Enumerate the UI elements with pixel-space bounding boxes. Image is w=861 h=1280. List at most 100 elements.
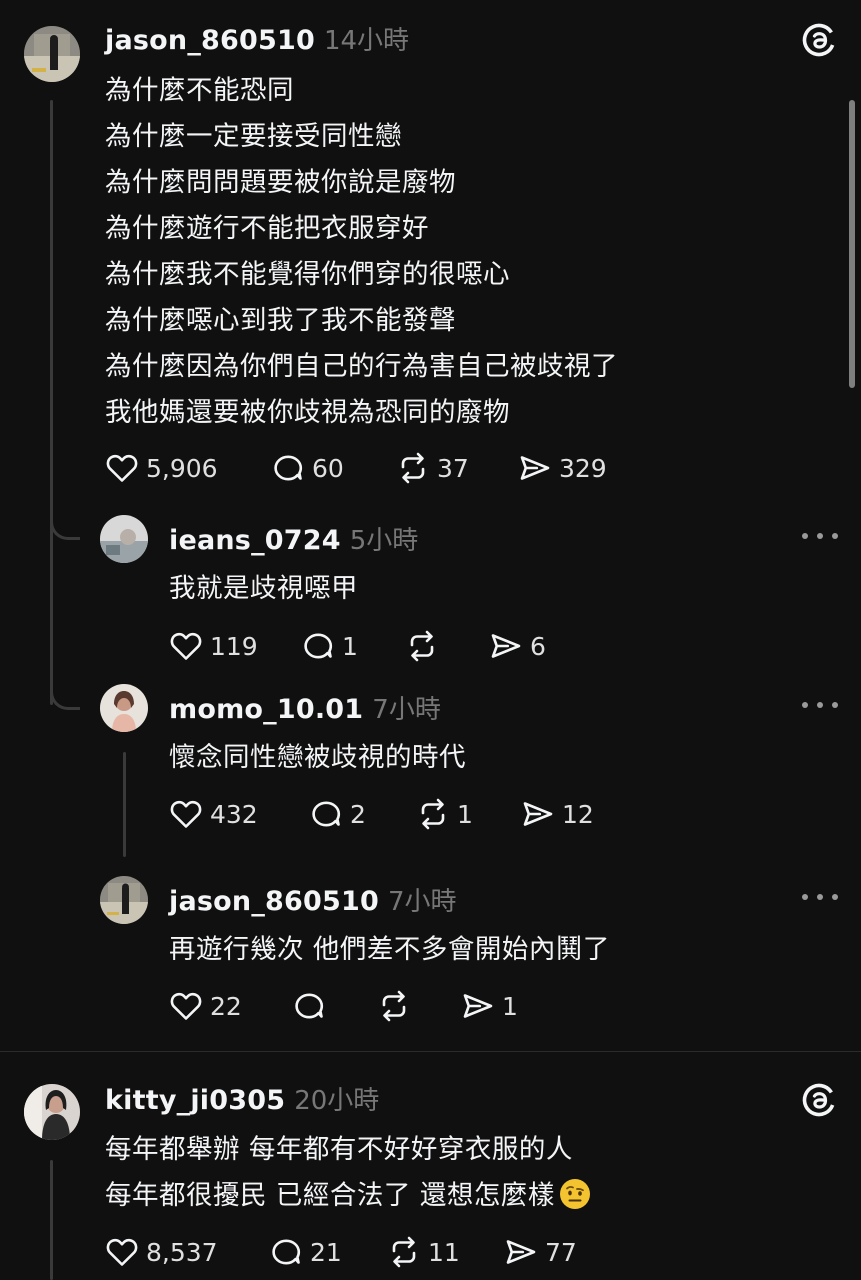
share-count: 1 <box>502 991 518 1021</box>
more-horizontal-icon[interactable] <box>802 695 838 715</box>
comment-count: 21 <box>310 1237 342 1267</box>
share-button[interactable]: 6 <box>488 626 546 666</box>
timestamp: 7小時 <box>387 887 457 917</box>
post-text-line: 我他媽還要被你歧視為恐同的廢物 <box>105 397 510 428</box>
timestamp: 14小時 <box>323 26 410 56</box>
reply-text: 我就是歧視噁甲 <box>169 573 358 604</box>
scrollbar[interactable] <box>849 100 855 388</box>
reply-connector <box>50 660 80 710</box>
post-text-line: 每年都很擾民 已經合法了 還想怎麼樣 <box>105 1173 591 1212</box>
post-text-line: 為什麼噁心到我了我不能發聲 <box>105 305 456 336</box>
reply-text: 再遊行幾次 他們差不多會開始內鬨了 <box>169 934 610 965</box>
repost-count: 37 <box>437 453 469 483</box>
repost-button[interactable]: 11 <box>386 1232 460 1272</box>
username[interactable]: ieans_0724 <box>169 525 341 556</box>
avatar[interactable] <box>100 684 148 732</box>
comment-bubble-icon <box>272 1239 301 1265</box>
username[interactable]: kitty_ji0305 <box>105 1085 285 1116</box>
post-text-line: 為什麼不能恐同 <box>105 75 294 106</box>
share-button[interactable]: 329 <box>517 448 607 488</box>
comment-count: 1 <box>342 631 358 661</box>
repost-button[interactable] <box>376 986 418 1026</box>
repost-button[interactable] <box>404 626 446 666</box>
avatar[interactable] <box>24 26 80 82</box>
comment-bubble-icon <box>312 801 341 827</box>
heart-icon <box>106 1238 138 1266</box>
repost-icon <box>382 990 406 1022</box>
like-button[interactable]: 5,906 <box>104 448 218 488</box>
username[interactable]: jason_860510 <box>169 886 379 917</box>
send-icon <box>463 994 493 1018</box>
repost-count: 1 <box>457 799 473 829</box>
timestamp: 7小時 <box>372 695 441 725</box>
comment-button[interactable] <box>291 986 333 1026</box>
comment-bubble-icon <box>295 993 324 1019</box>
post-text-line: 每年都舉辦 每年都有不好好穿衣服的人 <box>105 1134 573 1165</box>
like-count: 22 <box>210 991 242 1021</box>
timestamp: 5小時 <box>349 526 419 556</box>
like-count: 432 <box>210 799 258 829</box>
like-count: 119 <box>210 631 258 661</box>
repost-icon <box>401 452 425 484</box>
post-text-line: 為什麼因為你們自己的行為害自己被歧視了 <box>105 351 618 382</box>
post-header: jason_860510 14小時 <box>105 20 409 57</box>
repost-icon <box>410 630 434 662</box>
comment-button[interactable]: 2 <box>308 794 366 834</box>
threads-logo-icon[interactable] <box>801 1082 837 1118</box>
post-text: 每年都很擾民 已經合法了 還想怎麼樣 <box>105 1180 555 1211</box>
share-count: 12 <box>562 799 594 829</box>
heart-icon <box>170 992 202 1020</box>
heart-icon <box>170 632 202 660</box>
share-count: 6 <box>530 631 546 661</box>
username[interactable]: momo_10.01 <box>169 694 363 725</box>
username[interactable]: jason_860510 <box>105 25 315 56</box>
raised-eyebrow-emoji <box>559 1179 590 1209</box>
send-icon <box>491 634 521 658</box>
repost-button[interactable]: 37 <box>395 448 469 488</box>
post-text-line: 為什麼我不能覺得你們穿的很噁心 <box>105 259 510 290</box>
share-count: 77 <box>545 1237 577 1267</box>
like-count: 8,537 <box>146 1237 218 1267</box>
comment-button[interactable]: 21 <box>268 1232 342 1272</box>
comment-bubble-icon <box>274 455 303 481</box>
thread-line <box>50 100 53 705</box>
post-text-line: 為什麼遊行不能把衣服穿好 <box>105 213 429 244</box>
share-button[interactable]: 77 <box>503 1232 577 1272</box>
reply-header: ieans_0724 5小時 <box>169 520 418 557</box>
like-count: 5,906 <box>146 453 218 483</box>
comment-bubble-icon <box>304 633 333 659</box>
comment-count: 60 <box>312 453 344 483</box>
avatar[interactable] <box>24 1084 80 1140</box>
send-icon <box>506 1240 536 1264</box>
repost-icon <box>392 1236 416 1268</box>
share-button[interactable]: 1 <box>460 986 518 1026</box>
reply-text: 懷念同性戀被歧視的時代 <box>169 742 466 773</box>
like-button[interactable]: 8,537 <box>104 1232 218 1272</box>
share-count: 329 <box>559 453 607 483</box>
post-divider <box>0 1051 861 1052</box>
repost-count: 11 <box>428 1237 460 1267</box>
like-button[interactable]: 432 <box>168 794 258 834</box>
more-horizontal-icon[interactable] <box>802 887 838 907</box>
thread-line <box>50 1160 53 1280</box>
timestamp: 20小時 <box>294 1086 380 1116</box>
post-header: kitty_ji0305 20小時 <box>105 1080 379 1117</box>
avatar[interactable] <box>100 876 148 924</box>
like-button[interactable]: 119 <box>168 626 258 666</box>
post-text-line: 為什麼問問題要被你說是廢物 <box>105 167 456 198</box>
threads-logo-icon[interactable] <box>801 22 837 58</box>
send-icon <box>520 456 550 480</box>
heart-icon <box>170 800 202 828</box>
send-icon <box>523 802 553 826</box>
post-text-line: 為什麼一定要接受同性戀 <box>105 121 402 152</box>
more-horizontal-icon[interactable] <box>802 526 838 546</box>
reply-header: jason_860510 7小時 <box>169 881 456 918</box>
comment-button[interactable]: 60 <box>270 448 344 488</box>
avatar[interactable] <box>100 515 148 563</box>
like-button[interactable]: 22 <box>168 986 242 1026</box>
share-button[interactable]: 12 <box>520 794 594 834</box>
repost-button[interactable]: 1 <box>415 794 473 834</box>
comment-button[interactable]: 1 <box>300 626 358 666</box>
heart-icon <box>106 454 138 482</box>
repost-icon <box>421 798 445 830</box>
